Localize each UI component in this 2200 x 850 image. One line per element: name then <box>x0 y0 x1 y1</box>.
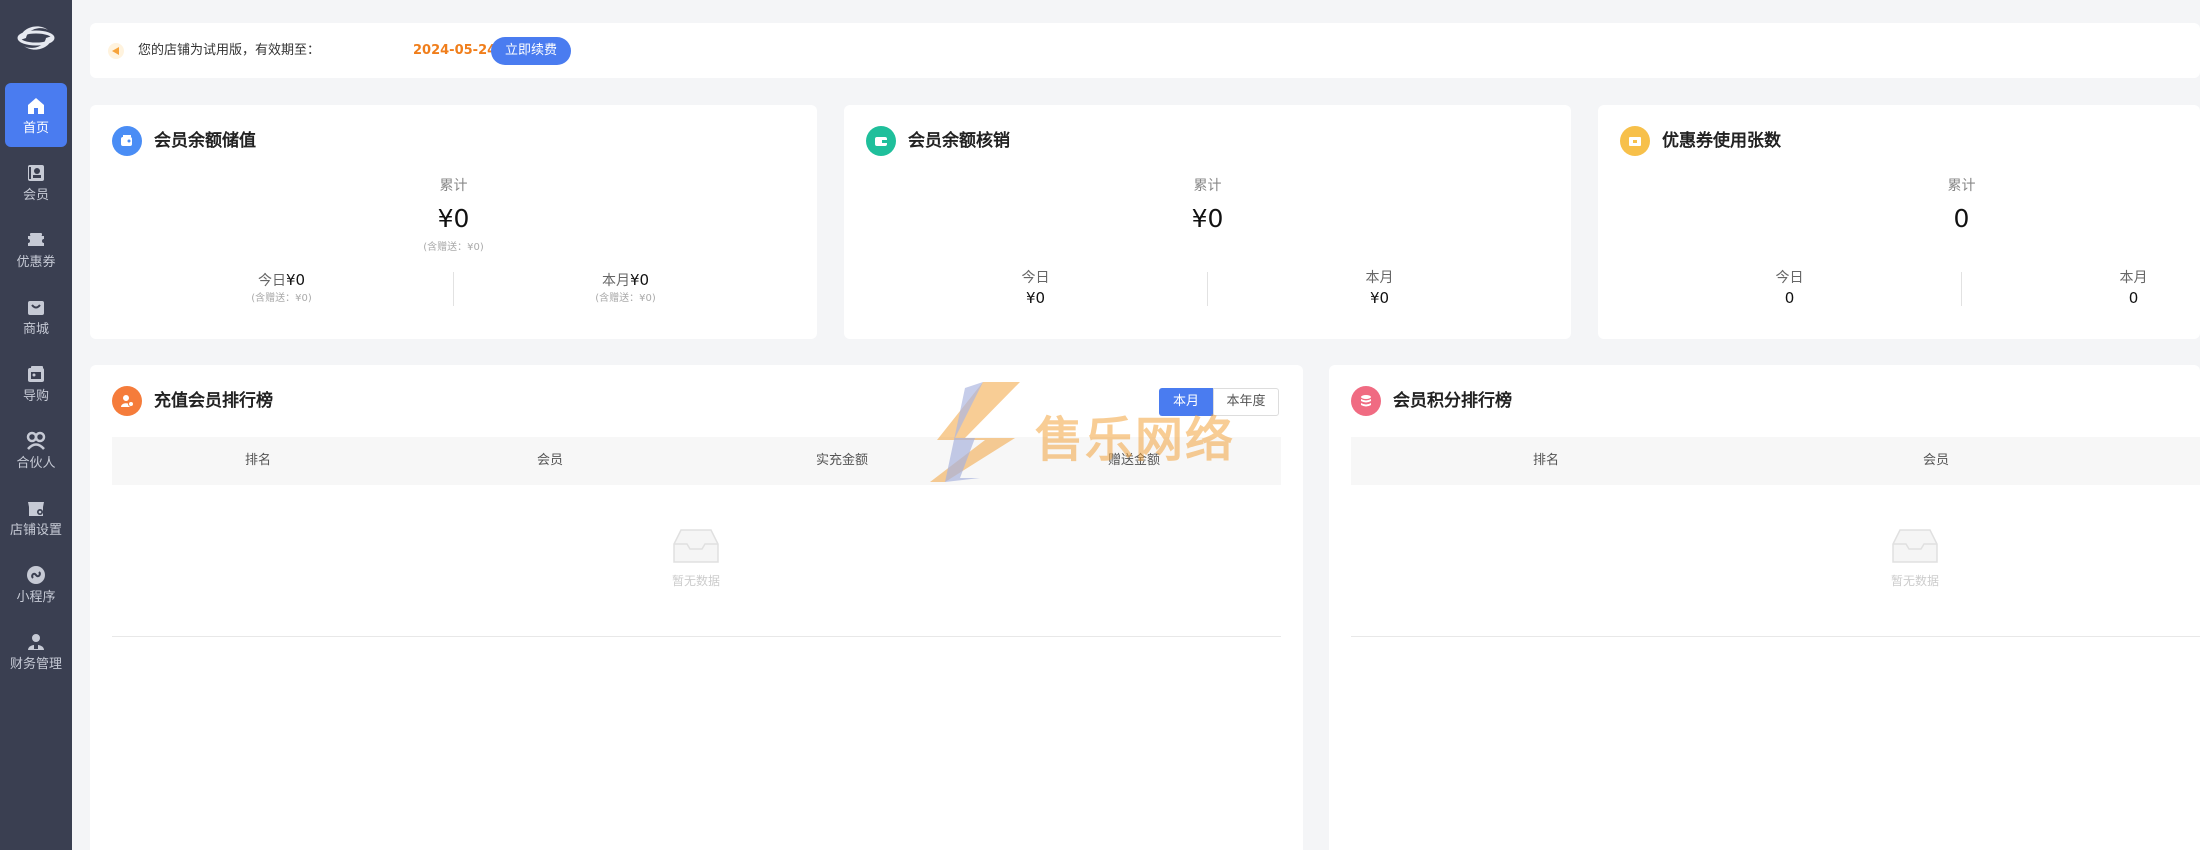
purse-icon <box>866 126 896 156</box>
sidebar-item-label: 优惠券 <box>16 255 56 270</box>
total-value: ¥0 <box>1191 204 1224 233</box>
month-stat: 本月 ¥0 <box>1208 268 1551 308</box>
member-ranking-icon <box>112 386 142 416</box>
trial-expiry-date: 2024-05-24 <box>413 43 497 58</box>
sidebar-item-label: 店铺设置 <box>9 523 62 538</box>
coins-icon <box>1351 386 1381 416</box>
sidebar-item-store-settings[interactable]: 店铺设置 <box>5 485 67 549</box>
balance-writeoff-card: 会员余额核销 累计 ¥0 今日 ¥0 本月 ¥0 <box>844 105 1571 339</box>
sidebar-item-label: 首页 <box>22 121 49 136</box>
balance-recharge-card: 会员余额储值 累计 ¥0 (含赠送：¥0) 今日¥0 (含赠送：¥0) 本月¥0… <box>90 105 817 339</box>
renew-button[interactable]: 立即续费 <box>491 37 571 65</box>
sidebar-item-home[interactable]: 首页 <box>5 83 67 147</box>
sidebar-item-partner[interactable]: 合伙人 <box>5 418 67 482</box>
sidebar-item-label: 小程序 <box>16 590 56 605</box>
sidebar-item-label: 会员 <box>22 188 49 203</box>
today-value: ¥0 <box>285 271 306 289</box>
card-title: 会员余额核销 <box>908 131 1010 151</box>
miniapp-icon <box>27 566 45 584</box>
watermark-text: 售乐网络 <box>1035 412 1236 468</box>
empty-inbox-icon <box>673 529 719 563</box>
month-value: 0 <box>2128 289 2139 307</box>
card-title: 会员余额储值 <box>154 131 256 151</box>
guide-icon <box>28 366 44 382</box>
month-label: 本月 <box>1365 270 1394 286</box>
card-title: 会员积分排行榜 <box>1393 391 1512 411</box>
today-gift-note: (含赠送：¥0) <box>251 293 312 304</box>
month-stat: 本月 0 <box>1962 268 2200 308</box>
sidebar-item-member[interactable]: 会员 <box>5 150 67 214</box>
finance-icon <box>28 634 44 650</box>
total-value: ¥0 <box>437 204 470 233</box>
wallet-icon <box>112 126 142 156</box>
brand-watermark: 售乐网络 <box>925 378 1275 488</box>
today-label: 今日 <box>1775 270 1804 286</box>
sidebar: 首页 会员 优惠券 商城 导购 合伙人 店铺设置 小程序 财务管理 <box>0 0 72 850</box>
coupon-ticket-icon <box>1620 126 1650 156</box>
month-stat: 本月¥0 (含赠送：¥0) <box>454 270 797 307</box>
month-gift-note: (含赠送：¥0) <box>595 293 656 304</box>
points-ranking-card: 会员积分排行榜 排名 会员 暂无数据 <box>1329 365 2200 850</box>
trial-notice-bar: 您的店铺为试用版，有效期至： 2024-05-24 立即续费 <box>90 23 2200 78</box>
speaker-icon <box>108 43 124 59</box>
month-label: 本月 <box>2119 270 2148 286</box>
card-title: 优惠券使用张数 <box>1662 131 1781 151</box>
column-header: 会员 <box>536 453 563 468</box>
total-label: 累计 <box>1193 178 1222 194</box>
sidebar-item-label: 导购 <box>22 389 49 404</box>
today-stat: 今日 ¥0 <box>864 268 1207 308</box>
table-bottom-border <box>112 636 1281 637</box>
coupon-usage-card: 优惠券使用张数 累计 0 今日 0 本月 0 <box>1598 105 2200 339</box>
sidebar-item-miniapp[interactable]: 小程序 <box>5 552 67 616</box>
empty-state-text: 暂无数据 <box>671 574 720 588</box>
table-bottom-border <box>1351 636 2200 637</box>
today-value: ¥0 <box>1025 289 1046 307</box>
trial-notice-text: 您的店铺为试用版，有效期至： <box>138 43 321 58</box>
total-value: 0 <box>1953 204 1970 233</box>
watermark-logo-icon <box>930 382 1020 482</box>
home-icon <box>28 98 44 114</box>
today-stat: 今日 0 <box>1618 268 1961 308</box>
sidebar-item-mall[interactable]: 商城 <box>5 284 67 348</box>
partner-icon <box>26 431 46 450</box>
column-header: 排名 <box>1532 453 1559 468</box>
empty-inbox-icon <box>1892 529 1938 563</box>
store-icon <box>28 502 44 516</box>
today-value: 0 <box>1784 289 1795 307</box>
empty-state-text: 暂无数据 <box>1890 574 1939 588</box>
table-header: 排名 会员 <box>1351 437 2200 485</box>
logo-icon[interactable] <box>12 18 60 58</box>
sidebar-item-finance[interactable]: 财务管理 <box>5 619 67 683</box>
month-label: 本月 <box>601 273 630 289</box>
today-stat: 今日¥0 (含赠送：¥0) <box>110 270 453 307</box>
month-value: ¥0 <box>1369 289 1390 307</box>
member-card-icon <box>28 165 44 181</box>
total-label: 累计 <box>1947 178 1976 194</box>
month-value: ¥0 <box>629 271 650 289</box>
sidebar-item-guide[interactable]: 导购 <box>5 351 67 415</box>
sidebar-item-label: 合伙人 <box>16 456 56 471</box>
today-label: 今日 <box>1021 270 1050 286</box>
coupon-icon <box>28 233 44 246</box>
sidebar-item-label: 财务管理 <box>9 657 62 672</box>
sidebar-item-label: 商城 <box>22 322 49 337</box>
today-label: 今日 <box>257 273 286 289</box>
bag-icon <box>28 301 44 315</box>
column-header: 排名 <box>244 453 271 468</box>
sidebar-item-coupon[interactable]: 优惠券 <box>5 217 67 281</box>
column-header: 会员 <box>1922 453 1949 468</box>
total-label: 累计 <box>439 178 468 194</box>
total-gift-note: (含赠送：¥0) <box>423 242 484 253</box>
card-title: 充值会员排行榜 <box>154 391 273 411</box>
